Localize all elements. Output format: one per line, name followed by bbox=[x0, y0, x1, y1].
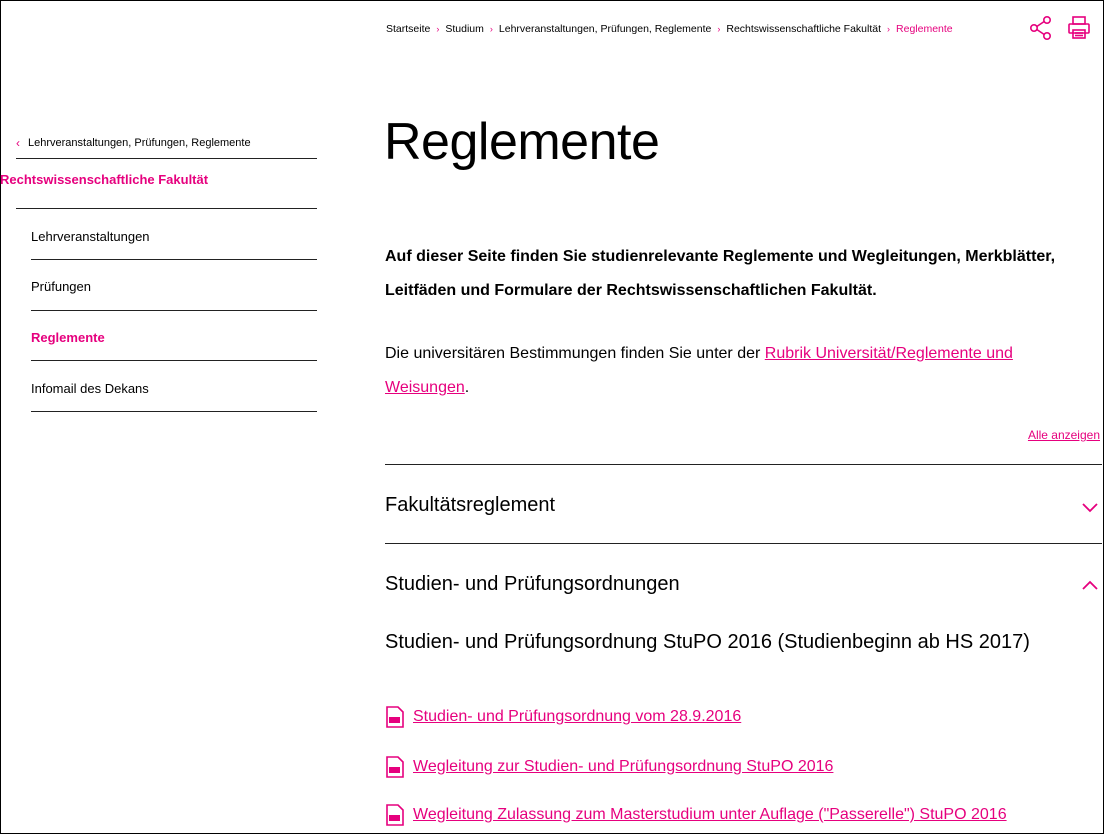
intro-text: Die universitären Bestimmungen finden Si… bbox=[385, 345, 765, 362]
share-icon bbox=[1029, 15, 1052, 40]
divider bbox=[16, 208, 317, 209]
pdf-icon bbox=[386, 804, 404, 826]
divider bbox=[31, 259, 317, 260]
sidebar-back-link[interactable]: ‹ Lehrveranstaltungen, Prüfungen, Reglem… bbox=[16, 128, 316, 158]
document-link[interactable]: Studien- und Prüfungsordnung vom 28.9.20… bbox=[413, 708, 741, 726]
section-subheading: Studien- und Prüfungsordnung StuPO 2016 … bbox=[385, 631, 1030, 653]
divider bbox=[16, 158, 317, 159]
divider bbox=[31, 310, 317, 311]
share-button[interactable] bbox=[1028, 14, 1054, 42]
chevron-left-icon: ‹ bbox=[16, 136, 20, 150]
intro-text-end: . bbox=[464, 379, 470, 396]
breadcrumb-lehrveranstaltungen[interactable]: Lehrveranstaltungen, Prüfungen, Reglemen… bbox=[499, 23, 711, 35]
show-all-link[interactable]: Alle anzeigen bbox=[1028, 428, 1100, 442]
document-link[interactable]: Wegleitung Zulassung zum Masterstudium u… bbox=[413, 806, 1007, 824]
lead-text: Auf dieser Seite finden Sie studienrelev… bbox=[385, 248, 1056, 299]
divider bbox=[385, 543, 1102, 544]
breadcrumb-separator-icon: › bbox=[436, 24, 440, 34]
breadcrumb-fakultaet[interactable]: Rechtswissenschaftliche Fakultät bbox=[726, 23, 881, 35]
document-link-item: Wegleitung Zulassung zum Masterstudium u… bbox=[385, 804, 1007, 826]
pdf-icon bbox=[386, 706, 404, 728]
print-button[interactable] bbox=[1066, 14, 1092, 42]
breadcrumb-studium[interactable]: Studium bbox=[445, 23, 484, 35]
intro-paragraph: Die universitären Bestimmungen finden Si… bbox=[385, 337, 1100, 405]
chevron-down-icon[interactable] bbox=[1080, 500, 1100, 514]
accordion-fakultaetsreglement-title[interactable]: Fakultätsreglement bbox=[385, 494, 555, 517]
sidebar-item-reglemente[interactable]: Reglemente bbox=[31, 330, 105, 345]
sidebar-back-label: Lehrveranstaltungen, Prüfungen, Reglemen… bbox=[28, 137, 251, 149]
sidebar-item-lehrveranstaltungen[interactable]: Lehrveranstaltungen bbox=[31, 229, 150, 244]
breadcrumb-separator-icon: › bbox=[887, 24, 891, 34]
breadcrumb-separator-icon: › bbox=[717, 24, 721, 34]
document-link-item: Wegleitung zur Studien- und Prüfungsordn… bbox=[385, 756, 833, 778]
sidebar-item-pruefungen[interactable]: Prüfungen bbox=[31, 279, 91, 294]
sidebar-faculty[interactable]: Rechtswissenschaftliche Fakultät bbox=[0, 172, 208, 187]
page-title: Reglemente bbox=[384, 113, 660, 171]
breadcrumb-separator-icon: › bbox=[489, 24, 493, 34]
breadcrumb-startseite[interactable]: Startseite bbox=[386, 23, 430, 35]
chevron-up-icon[interactable] bbox=[1080, 578, 1100, 592]
breadcrumb: Startseite › Studium › Lehrveranstaltung… bbox=[386, 20, 953, 38]
document-link-item: Studien- und Prüfungsordnung vom 28.9.20… bbox=[385, 706, 741, 728]
divider bbox=[31, 411, 317, 412]
printer-icon bbox=[1068, 16, 1090, 39]
divider bbox=[31, 360, 317, 361]
document-link[interactable]: Wegleitung zur Studien- und Prüfungsordn… bbox=[413, 758, 833, 776]
accordion-pruefungsordnungen-title[interactable]: Studien- und Prüfungsordnungen bbox=[385, 573, 680, 596]
pdf-icon bbox=[386, 756, 404, 778]
sidebar-item-infomail[interactable]: Infomail des Dekans bbox=[31, 381, 149, 396]
breadcrumb-current[interactable]: Reglemente bbox=[896, 23, 953, 35]
divider bbox=[385, 464, 1102, 465]
